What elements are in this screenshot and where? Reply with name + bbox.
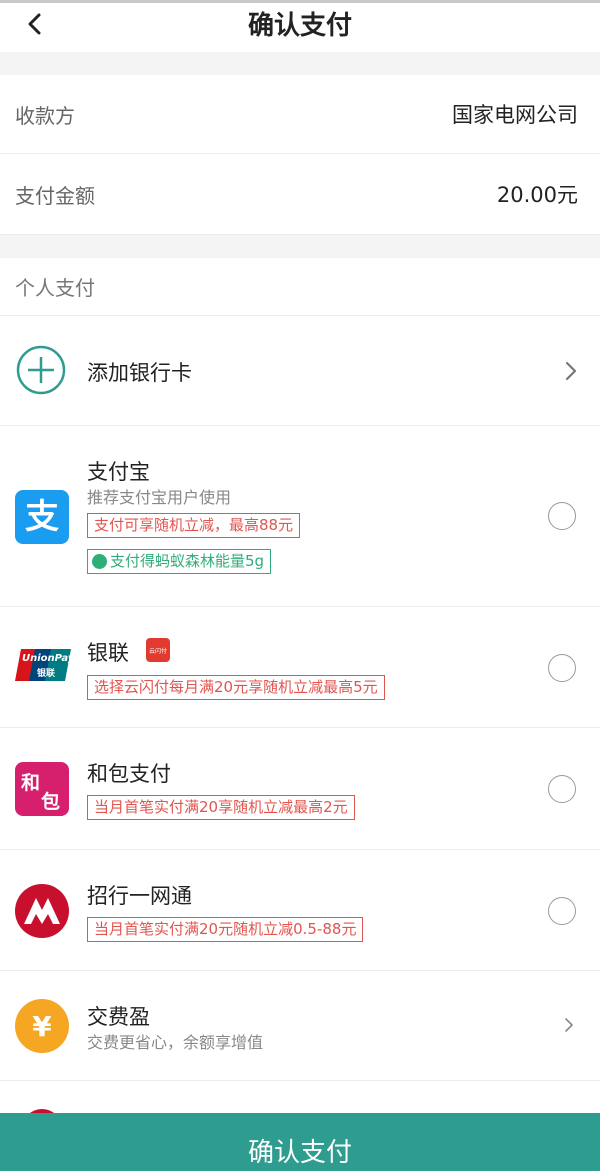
hebao-name: 和包支付 xyxy=(87,762,171,786)
unionpay-promo-tag: 选择云闪付每月满20元享随机立减最高5元 xyxy=(87,675,385,700)
alipay-energy-tag: 支付得蚂蚁森林能量5g xyxy=(87,549,272,574)
hebao-promo-tag: 当月首笔实付满20享随机立减最高2元 xyxy=(87,795,355,820)
payment-method-alipay[interactable]: 支 支付宝 推荐支付宝用户使用 支付可享随机立减，最高88元 支付得蚂蚁森林能量… xyxy=(0,426,600,607)
unionpay-radio[interactable] xyxy=(548,654,576,682)
alipay-promo-tag: 支付可享随机立减，最高88元 xyxy=(87,513,301,538)
chevron-right-icon xyxy=(565,1018,573,1032)
payment-method-hebao[interactable]: 和 包 和包支付 当月首笔实付满20享随机立减最高2元 xyxy=(0,728,600,850)
yuan-coin-icon: ¥ xyxy=(15,999,69,1053)
cloud-quickpass-badge-icon: 云闪付 xyxy=(146,638,170,662)
payee-label: 收款方 xyxy=(15,103,75,128)
payment-method-unionpay[interactable]: UnionPay 银联 银联 云闪付 选择云闪付每月满20元享随机立减最高5元 xyxy=(0,607,600,728)
cmb-promo-tag: 当月首笔实付满20元随机立减0.5-88元 xyxy=(87,917,364,942)
add-bank-card-row[interactable]: 添加银行卡 xyxy=(0,316,600,426)
confirm-payment-button[interactable]: 确认支付 xyxy=(0,1113,600,1171)
chevron-right-icon xyxy=(565,361,577,381)
amount-row: 支付金额 20.00元 xyxy=(0,154,600,235)
page-title: 确认支付 xyxy=(247,11,352,41)
payee-row: 收款方 国家电网公司 xyxy=(0,75,600,154)
plus-circle-icon xyxy=(15,344,67,396)
payment-methods-card: 个人支付 添加银行卡 支 支付宝 推荐支付宝用户使用 支付可享随机立减，最高88… xyxy=(0,258,600,1149)
alipay-logo-icon: 支 xyxy=(15,490,69,544)
payee-value: 国家电网公司 xyxy=(452,103,578,127)
payment-method-cmb[interactable]: 招行一网通 当月首笔实付满20元随机立减0.5-88元 xyxy=(0,850,600,971)
section-label-personal: 个人支付 xyxy=(0,258,600,316)
amount-value: 20.00元 xyxy=(496,183,578,207)
jiaofeiying-name: 交费盈 xyxy=(87,1005,150,1029)
hebao-radio[interactable] xyxy=(548,775,576,803)
alipay-radio[interactable] xyxy=(548,502,576,530)
alipay-name: 支付宝 xyxy=(87,460,150,484)
cmb-radio[interactable] xyxy=(548,897,576,925)
hebao-logo-icon: 和 包 xyxy=(15,762,69,816)
alipay-subtitle: 推荐支付宝用户使用 xyxy=(87,488,232,507)
order-info-card: 收款方 国家电网公司 支付金额 20.00元 xyxy=(0,75,600,235)
jiaofeiying-subtitle: 交费更省心，余额享增值 xyxy=(87,1033,264,1052)
nav-bar: 确认支付 xyxy=(0,0,600,52)
payment-method-jiaofeiying[interactable]: ¥ 交费盈 交费更省心，余额享增值 xyxy=(0,971,600,1081)
unionpay-logo-icon: UnionPay 银联 xyxy=(15,643,71,687)
alipay-energy-text: 支付得蚂蚁森林能量5g xyxy=(110,552,265,570)
add-bank-card-label: 添加银行卡 xyxy=(87,361,192,385)
cmb-logo-icon xyxy=(15,884,69,938)
amount-label: 支付金额 xyxy=(15,183,95,208)
unionpay-name: 银联 xyxy=(87,641,129,665)
cmb-name: 招行一网通 xyxy=(87,884,192,908)
leaf-icon xyxy=(92,554,107,569)
